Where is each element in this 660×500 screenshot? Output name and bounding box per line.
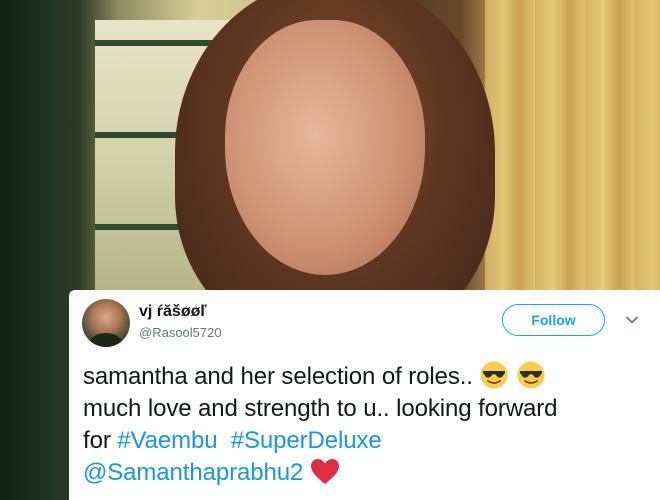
tweet-line-4: @Samanthaprabhu2 bbox=[83, 457, 653, 489]
sunglasses-emoji-icon bbox=[480, 361, 508, 389]
author-name[interactable]: vj ŕăšøøľ bbox=[139, 303, 207, 321]
red-heart-icon bbox=[310, 459, 339, 484]
tweet-text: samantha and her selection of roles.. mu… bbox=[83, 360, 653, 489]
hashtag-link[interactable]: #Vaembu bbox=[117, 427, 217, 454]
window-frame bbox=[0, 0, 60, 500]
person-face bbox=[225, 20, 425, 275]
author-handle[interactable]: @Rasool5720 bbox=[139, 325, 222, 340]
tweet-line-2: much love and strength to u.. looking fo… bbox=[83, 395, 558, 422]
mention-link[interactable]: @Samanthaprabhu2 bbox=[83, 459, 303, 486]
follow-button[interactable]: Follow bbox=[502, 304, 605, 336]
chevron-down-icon[interactable] bbox=[624, 312, 640, 328]
avatar[interactable] bbox=[82, 299, 130, 347]
tweet-line-3-prefix: for bbox=[83, 427, 111, 454]
tweet-card: vj ŕăšøøľ @Rasool5720 Follow samantha an… bbox=[69, 290, 660, 500]
sunglasses-emoji-icon bbox=[517, 361, 545, 389]
hashtag-link[interactable]: #SuperDeluxe bbox=[231, 427, 382, 454]
tweet-line-1: samantha and her selection of roles.. bbox=[83, 360, 653, 393]
tweet-line-1-text: samantha and her selection of roles.. bbox=[83, 363, 473, 390]
avatar-shirt bbox=[90, 333, 122, 347]
tweet-line-3: for #Vaembu #SuperDeluxe bbox=[83, 425, 653, 457]
